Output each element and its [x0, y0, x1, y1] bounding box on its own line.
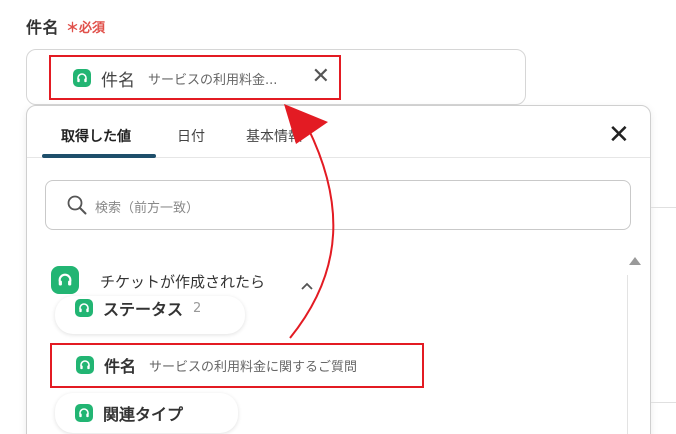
highlight-box-field-chip [49, 55, 341, 100]
scrollbar-track[interactable] [627, 275, 628, 434]
tab-basic-info[interactable]: 基本情報 [246, 126, 302, 146]
group-label[interactable]: チケットが作成されたら [100, 271, 265, 292]
tab-acquired-values[interactable]: 取得した値 [61, 126, 131, 146]
headset-icon [75, 404, 93, 422]
required-indicator: ＊必須 [66, 17, 105, 36]
tab-date[interactable]: 日付 [177, 126, 205, 146]
item-key: ステータス [103, 300, 184, 319]
headset-icon [75, 299, 93, 317]
list-item-related-type[interactable]: 関連タイプ [55, 393, 238, 433]
chevron-up-icon[interactable] [300, 276, 314, 295]
search-placeholder: 検索（前方一致） [95, 201, 200, 216]
background-divider [651, 207, 676, 208]
required-mark: ＊ [66, 21, 80, 36]
highlight-box-list-item [50, 343, 424, 388]
search-icon [66, 194, 88, 220]
required-text: 必須 [79, 21, 106, 36]
close-icon[interactable]: ✕ [608, 120, 630, 150]
active-tab-indicator [42, 154, 156, 158]
background-divider [651, 402, 676, 403]
list-item-status[interactable]: ステータス 2 [55, 296, 245, 334]
item-key: 関連タイプ [103, 405, 184, 424]
scroll-up-arrow[interactable] [629, 257, 641, 265]
item-value: 2 [193, 300, 202, 316]
headset-icon [51, 266, 79, 294]
field-label: 件名 [26, 18, 60, 37]
